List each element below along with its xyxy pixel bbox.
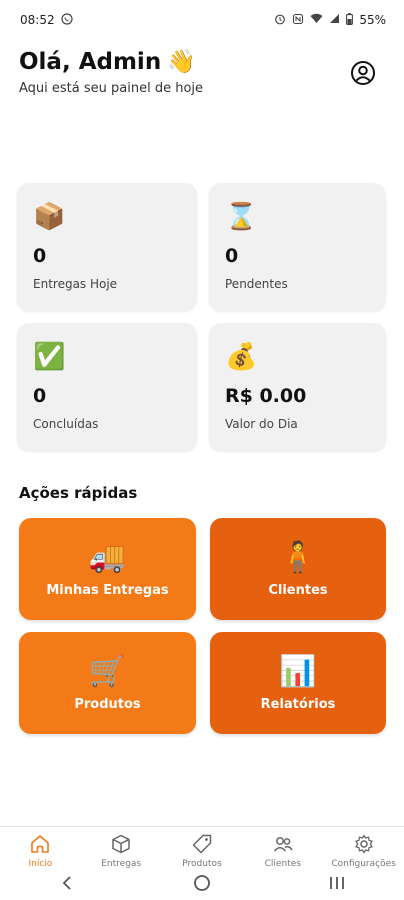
greeting-title: Olá, Admin 👋 (19, 48, 203, 76)
my-deliveries-button[interactable]: 🚚 Minhas Entregas (19, 518, 196, 620)
greeting-subtitle: Aqui está seu painel de hoje (19, 81, 204, 96)
action-label: Minhas Entregas (46, 582, 169, 598)
package-icon: 📦 (33, 202, 66, 232)
profile-icon (351, 61, 375, 85)
back-button[interactable] (47, 871, 87, 895)
stat-card-pending[interactable]: ⌛ 0 Pendentes (209, 183, 386, 311)
tag-icon (192, 834, 212, 854)
cart-icon: 🛒 (88, 653, 127, 689)
status-left: 08:52 (20, 12, 73, 28)
chart-icon: 📊 (279, 653, 317, 689)
stat-card-completed[interactable]: ✅ 0 Concluídas (17, 323, 197, 451)
stat-value: 0 (33, 385, 47, 407)
recents-button[interactable] (317, 871, 357, 895)
stat-label: Concluídas (33, 417, 99, 431)
quick-actions-title: Ações rápidas (19, 484, 138, 502)
greeting-text: Olá, Admin (19, 48, 162, 75)
profile-button[interactable] (350, 60, 376, 86)
truck-icon: 🚚 (88, 539, 127, 575)
action-label: Relatórios (260, 696, 336, 712)
clients-button[interactable]: 🧍 Clientes (210, 518, 386, 620)
whatsapp-icon (60, 12, 73, 28)
stat-card-day-value[interactable]: 💰 R$ 0.00 Valor do Dia (209, 323, 386, 451)
wifi-icon (310, 13, 323, 27)
battery-percent: 55% (359, 13, 386, 27)
stat-card-deliveries-today[interactable]: 📦 0 Entregas Hoje (17, 183, 197, 311)
status-bar: 08:52 55% (0, 0, 404, 40)
check-icon: ✅ (33, 342, 66, 372)
circle-home-icon (194, 875, 210, 891)
home-system-button[interactable] (182, 871, 222, 895)
reports-button[interactable]: 📊 Relatórios (210, 632, 386, 734)
status-right: 55% (274, 12, 386, 28)
signal-icon (329, 13, 340, 27)
system-nav-bar (0, 866, 404, 900)
people-icon (273, 837, 293, 852)
back-icon (63, 876, 71, 890)
stat-label: Valor do Dia (225, 417, 298, 431)
box-icon (112, 834, 130, 854)
nfc-icon (292, 13, 304, 28)
hourglass-icon: ⌛ (225, 202, 258, 232)
stat-value: 0 (33, 245, 47, 267)
action-label: Clientes (268, 582, 328, 598)
alarm-icon (274, 13, 286, 28)
stat-value: R$ 0.00 (225, 385, 307, 407)
stat-label: Pendentes (225, 277, 288, 291)
action-label: Produtos (74, 696, 141, 712)
wave-icon: 👋 (167, 49, 196, 75)
money-bag-icon: 💰 (225, 342, 258, 372)
person-icon: 🧍 (279, 539, 317, 575)
gear-icon (354, 834, 373, 854)
battery-icon (346, 12, 354, 28)
greeting-header: Olá, Admin 👋 Aqui está seu painel de hoj… (19, 48, 204, 97)
status-time: 08:52 (20, 13, 55, 27)
products-button[interactable]: 🛒 Produtos (19, 632, 196, 734)
stat-value: 0 (225, 245, 239, 267)
recents-icon (329, 877, 344, 889)
home-icon (31, 835, 50, 853)
stat-label: Entregas Hoje (33, 277, 118, 291)
